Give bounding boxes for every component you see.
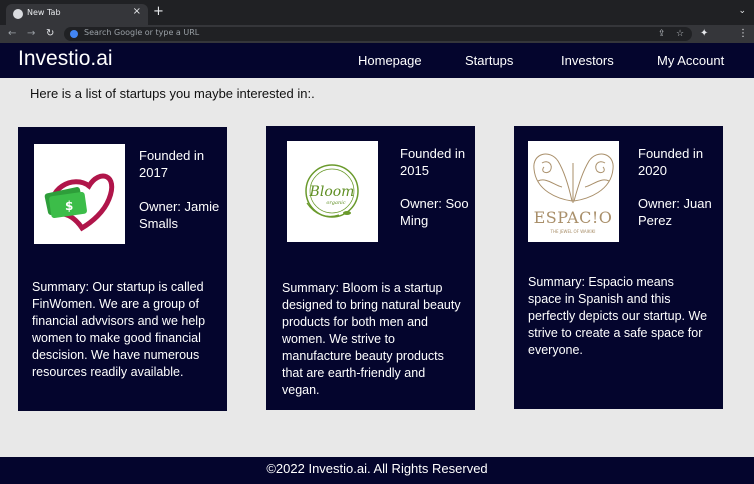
bloom-logo-graphic: Bloom organic (305, 164, 359, 218)
back-icon[interactable]: ← (8, 27, 16, 41)
bookmark-star-icon[interactable]: ☆ (676, 27, 684, 41)
startup-card-finwomen[interactable]: $ Founded in 2017 Owner: Jamie Smalls Su… (18, 127, 227, 411)
google-icon (70, 30, 78, 38)
nav-homepage[interactable]: Homepage (358, 53, 422, 68)
bloom-logo-subtext: organic (326, 200, 345, 206)
site-header: Investio.ai Homepage Startups Investors … (0, 43, 754, 78)
nav-my-account[interactable]: My Account (657, 53, 724, 68)
finwomen-logo-graphic: $ (44, 173, 115, 232)
browser-toolbar: ← → ↻ Search Google or type a URL ⇪ ☆ ✦ … (0, 25, 754, 43)
chrome-icon (13, 9, 23, 19)
forward-icon[interactable]: → (27, 27, 35, 41)
espacio-logo-subtext: THE JEWEL OF WAIKIKI (550, 229, 596, 234)
bloom-logo-text: Bloom (309, 184, 355, 200)
share-icon[interactable]: ⇪ (658, 27, 666, 41)
espacio-logo-text: ESPAC!O (534, 208, 613, 227)
owner-name: Owner: Jamie Smalls (139, 199, 220, 231)
startup-summary: Summary: Our startup is called FinWomen.… (32, 280, 206, 379)
intro-text: Here is a list of startups you maybe int… (30, 86, 315, 101)
owner-name: Owner: Soo Ming (400, 196, 469, 228)
espacio-logo: ESPAC!O THE JEWEL OF WAIKIKI (528, 141, 619, 242)
close-tab-icon[interactable]: × (133, 6, 141, 17)
founded-year: Founded in 2017 (139, 148, 205, 180)
founded-year: Founded in 2015 (400, 146, 466, 178)
brand-logo[interactable]: Investio.ai (18, 47, 113, 71)
startup-summary: Summary: Bloom is a startup designed to … (282, 281, 461, 397)
espacio-logo-graphic: ESPAC!O THE JEWEL OF WAIKIKI (533, 153, 614, 234)
svg-text:$: $ (65, 199, 73, 213)
startup-summary: Summary: Espacio means space in Spanish … (528, 275, 708, 357)
browser-menu-icon[interactable]: ⋮ (738, 27, 748, 41)
browser-tab-bar: New Tab × + ⌄ (0, 0, 754, 25)
startup-card-bloom[interactable]: Bloom organic Founded in 2015 Owner: Soo… (266, 126, 475, 410)
site-footer: ©2022 Investio.ai. All Rights Reserved (0, 457, 754, 484)
tab-search-icon[interactable]: ⌄ (738, 6, 746, 16)
bloom-logo: Bloom organic (287, 141, 378, 242)
founded-year: Founded in 2020 (638, 146, 704, 178)
owner-name: Owner: Juan Perez (638, 196, 712, 228)
address-bar[interactable]: Search Google or type a URL ⇪ ☆ (64, 27, 692, 41)
copyright-text: ©2022 Investio.ai. All Rights Reserved (266, 461, 488, 476)
new-tab-button[interactable]: + (153, 5, 164, 19)
finwomen-logo: $ (34, 144, 125, 244)
nav-investors[interactable]: Investors (561, 53, 614, 68)
browser-tab[interactable]: New Tab × (6, 4, 148, 25)
extensions-icon[interactable]: ✦ (700, 27, 708, 41)
startup-card-espacio[interactable]: ESPAC!O THE JEWEL OF WAIKIKI Founded in … (514, 126, 723, 409)
nav-startups[interactable]: Startups (465, 53, 513, 68)
reload-icon[interactable]: ↻ (46, 27, 54, 41)
address-placeholder: Search Google or type a URL (84, 28, 200, 37)
tab-title: New Tab (27, 8, 61, 17)
